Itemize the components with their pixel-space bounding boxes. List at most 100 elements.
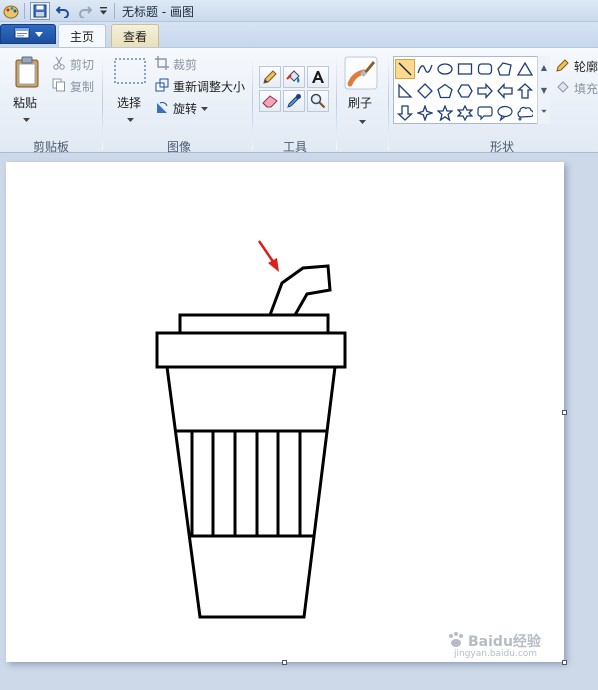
canvas-resize-handle-corner[interactable] bbox=[562, 660, 567, 665]
chevron-down-icon bbox=[127, 112, 134, 126]
copy-button[interactable]: 复制 bbox=[52, 76, 94, 96]
lid-rim bbox=[155, 331, 347, 369]
outline-label: 轮廓 bbox=[574, 59, 598, 74]
pencil-icon[interactable] bbox=[259, 66, 281, 88]
select-button[interactable]: 选择 bbox=[112, 58, 148, 124]
chevron-down-icon bbox=[359, 114, 366, 128]
redo-icon[interactable] bbox=[76, 2, 94, 20]
copy-icon bbox=[52, 78, 66, 95]
workspace: Baidu经验 jingyan.baidu.com bbox=[0, 154, 598, 690]
rectangle-shape-icon[interactable] bbox=[455, 59, 475, 79]
customize-qat-dropdown-icon[interactable] bbox=[97, 2, 109, 20]
resize-icon bbox=[155, 78, 169, 95]
cloud-callout-shape-icon[interactable] bbox=[515, 103, 535, 123]
clipboard-group-label: 剪贴板 bbox=[33, 140, 70, 154]
save-icon[interactable] bbox=[30, 2, 50, 20]
six-point-star-shape-icon[interactable] bbox=[455, 103, 475, 123]
diamond-shape-icon[interactable] bbox=[415, 81, 435, 101]
tab-home[interactable]: 主页 bbox=[58, 24, 106, 48]
shapes-group-label: 形状 bbox=[490, 140, 515, 154]
group-separator bbox=[336, 54, 337, 150]
copy-label: 复制 bbox=[70, 79, 95, 94]
group-separator bbox=[388, 54, 389, 150]
down-arrow-shape-icon[interactable] bbox=[395, 103, 415, 123]
curve-shape-icon[interactable] bbox=[415, 59, 435, 79]
file-menu-icon bbox=[14, 27, 30, 42]
right-arrow-shape-icon[interactable] bbox=[475, 81, 495, 101]
qat-separator bbox=[24, 3, 25, 19]
crop-button[interactable]: 裁剪 bbox=[155, 54, 197, 74]
scissors-icon bbox=[52, 56, 66, 73]
oval-shape-icon[interactable] bbox=[435, 59, 455, 79]
cut-button[interactable]: 剪切 bbox=[52, 54, 94, 74]
straw-shape bbox=[268, 264, 332, 316]
color-picker-icon[interactable] bbox=[283, 90, 305, 112]
rounded-callout-shape-icon[interactable] bbox=[475, 103, 495, 123]
canvas-resize-handle-bottom[interactable] bbox=[282, 660, 287, 665]
rotate-label: 旋转 bbox=[173, 101, 198, 116]
crop-icon bbox=[155, 55, 169, 73]
outline-button[interactable]: 轮廓 bbox=[556, 56, 598, 76]
paste-label: 粘贴 bbox=[13, 96, 38, 110]
crop-label: 裁剪 bbox=[173, 57, 198, 72]
four-point-star-shape-icon[interactable] bbox=[415, 103, 435, 123]
drawing-canvas[interactable]: Baidu经验 jingyan.baidu.com bbox=[6, 162, 564, 662]
shapes-gallery-scrollbar[interactable]: ▲ ▼ ⏷ bbox=[537, 56, 550, 124]
ribbon-tabs: 主页 查看 bbox=[0, 22, 598, 48]
brushes-button[interactable]: 刷子 bbox=[342, 54, 382, 126]
pentagon-shape-icon[interactable] bbox=[435, 81, 455, 101]
ribbon: 粘贴 剪切 复制 剪贴板 选择 裁剪 重新调整大小 旋转 图像 工具 刷子 ▲ … bbox=[0, 47, 598, 154]
fill-bucket-icon[interactable] bbox=[283, 66, 305, 88]
canvas-resize-handle-right[interactable] bbox=[562, 410, 567, 415]
cut-label: 剪切 bbox=[70, 57, 95, 72]
brush-icon bbox=[344, 56, 378, 93]
fill-icon bbox=[556, 80, 570, 97]
oval-callout-shape-icon[interactable] bbox=[495, 103, 515, 123]
brushes-label: 刷子 bbox=[348, 96, 373, 110]
scroll-up-icon[interactable]: ▲ bbox=[538, 56, 550, 78]
eraser-icon[interactable] bbox=[259, 90, 281, 112]
paint-palette-icon[interactable] bbox=[2, 2, 20, 20]
right-triangle-shape-icon[interactable] bbox=[395, 81, 415, 101]
rotate-button[interactable]: 旋转 bbox=[155, 98, 209, 118]
lid-top bbox=[178, 313, 330, 335]
group-separator bbox=[102, 54, 103, 150]
watermark-text: Baidu经验 bbox=[468, 634, 541, 650]
image-group-label: 图像 bbox=[167, 140, 192, 154]
tab-view[interactable]: 查看 bbox=[111, 24, 159, 48]
qat-separator bbox=[114, 3, 115, 19]
up-arrow-shape-icon[interactable] bbox=[515, 81, 535, 101]
paste-button[interactable]: 粘贴 bbox=[8, 54, 44, 124]
tools-group-label: 工具 bbox=[283, 140, 308, 154]
select-label: 选择 bbox=[117, 96, 142, 110]
chevron-down-icon bbox=[34, 27, 43, 41]
expand-gallery-icon[interactable]: ⏷ bbox=[538, 101, 550, 123]
chevron-down-icon bbox=[201, 101, 209, 115]
scroll-down-icon[interactable]: ▼ bbox=[538, 79, 550, 101]
text-icon[interactable] bbox=[307, 66, 329, 88]
shapes-gallery bbox=[393, 56, 550, 124]
outline-icon bbox=[556, 58, 570, 75]
resize-button[interactable]: 重新调整大小 bbox=[155, 76, 245, 96]
five-point-star-shape-icon[interactable] bbox=[435, 103, 455, 123]
triangle-shape-icon[interactable] bbox=[515, 59, 535, 79]
resize-label: 重新调整大小 bbox=[173, 79, 246, 94]
selection-rectangle-icon bbox=[114, 58, 146, 87]
fill-label: 填充 bbox=[574, 81, 598, 96]
hexagon-shape-icon[interactable] bbox=[455, 81, 475, 101]
annotation-arrow-icon bbox=[257, 240, 279, 272]
polygon-shape-icon[interactable] bbox=[495, 59, 515, 79]
line-shape-icon[interactable] bbox=[395, 59, 415, 79]
fill-button[interactable]: 填充 bbox=[556, 78, 598, 98]
file-menu-button[interactable] bbox=[0, 24, 56, 44]
rotate-icon bbox=[155, 100, 169, 117]
left-arrow-shape-icon[interactable] bbox=[495, 81, 515, 101]
watermark-url: jingyan.baidu.com bbox=[454, 649, 538, 659]
rounded-rectangle-shape-icon[interactable] bbox=[475, 59, 495, 79]
undo-icon[interactable] bbox=[54, 2, 72, 20]
group-separator bbox=[252, 54, 253, 150]
cup-drawing bbox=[155, 240, 347, 619]
watermark: Baidu经验 jingyan.baidu.com bbox=[446, 628, 564, 662]
title-bar: 无标题 - 画图 bbox=[0, 0, 598, 22]
magnifier-icon[interactable] bbox=[307, 90, 329, 112]
